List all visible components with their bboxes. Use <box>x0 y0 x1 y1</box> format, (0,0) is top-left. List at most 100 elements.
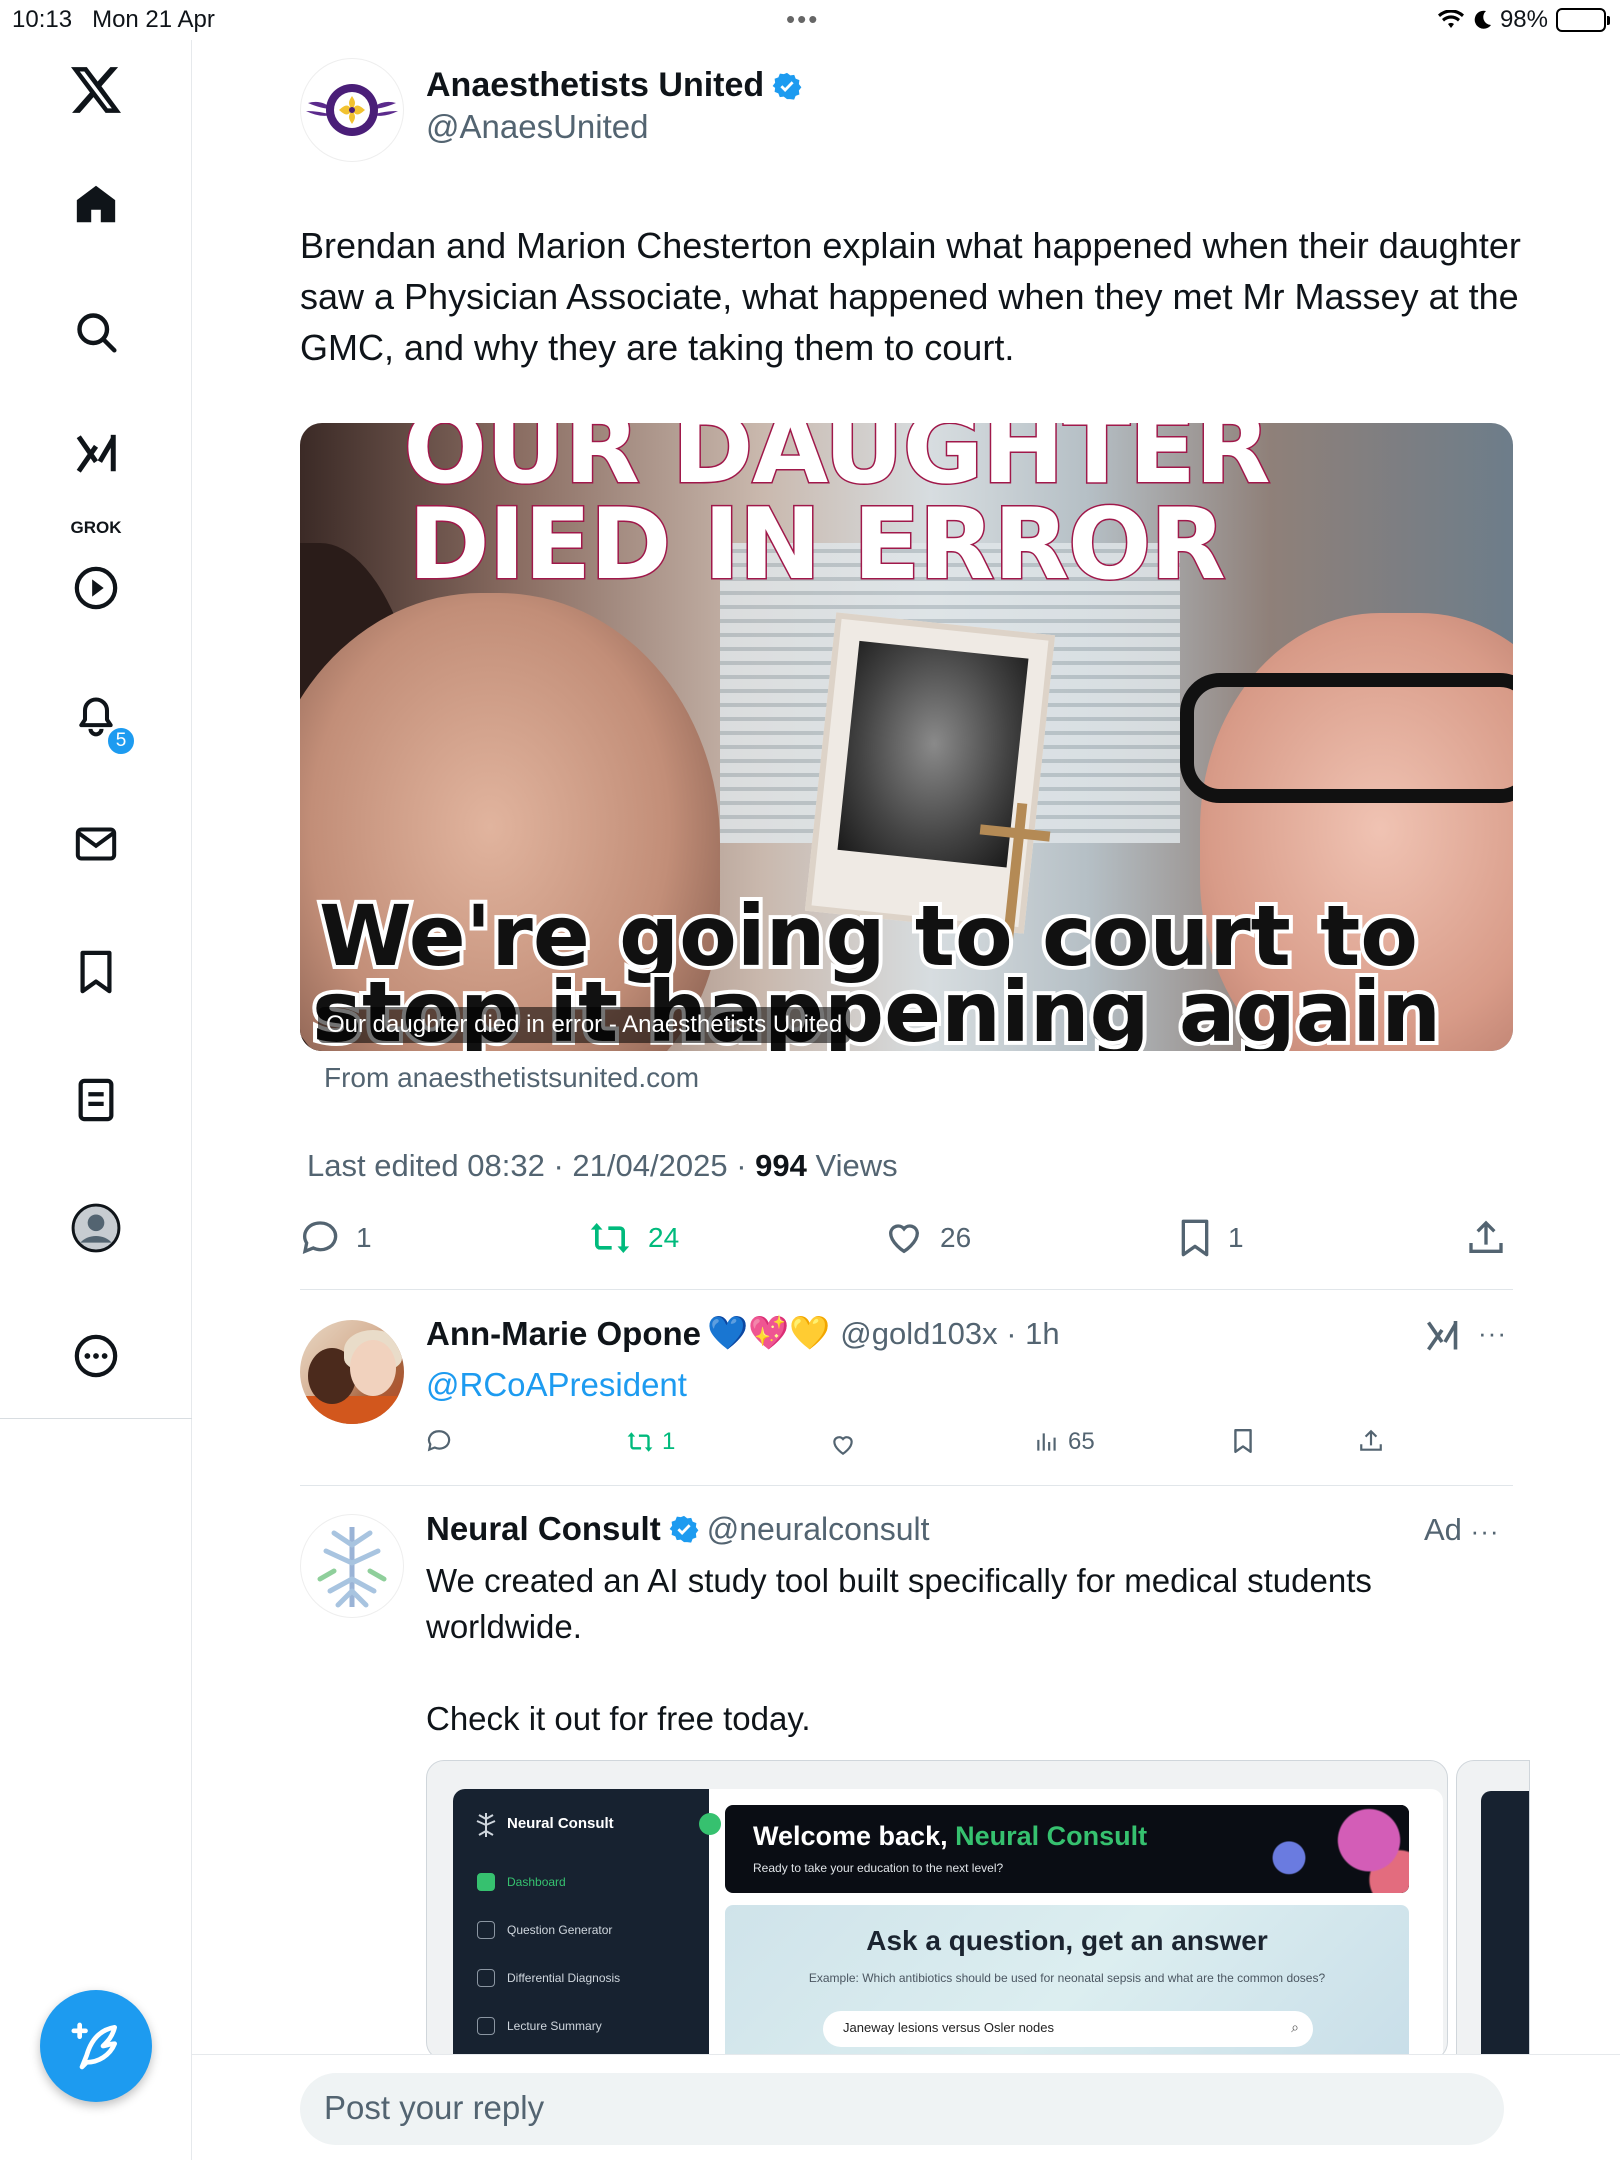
media-headline-1: OUR DAUGHTER <box>402 423 1272 506</box>
reply-button[interactable]: 1 <box>300 1218 372 1258</box>
sidebar-divider <box>0 1418 192 1419</box>
author-avatar[interactable] <box>300 58 404 162</box>
tweet-media-video[interactable]: OUR DAUGHTER DIED IN ERROR We're going t… <box>300 423 1513 1051</box>
media-caption: Our daughter died in error - Anaesthetis… <box>318 1007 851 1043</box>
lists-icon[interactable] <box>68 1072 124 1128</box>
reply-mention-link[interactable]: @RCoAPresident <box>426 1366 687 1404</box>
battery-percent: 98% <box>1499 6 1548 33</box>
reply-views-button[interactable]: 65 <box>1034 1428 1095 1456</box>
link-source[interactable]: From anaesthetistsunited.com <box>324 1062 699 1094</box>
reply-like-button[interactable] <box>830 1432 856 1458</box>
views-label: Views <box>815 1148 898 1183</box>
verified-badge-icon <box>669 1515 699 1543</box>
bookmark-button[interactable]: 1 <box>1178 1218 1244 1258</box>
like-button[interactable]: 26 <box>884 1218 971 1258</box>
ad-nav-item: Differential Diagnosis <box>507 1971 621 1985</box>
grok-label: GROK <box>70 518 122 537</box>
bookmark-count: 1 <box>1228 1222 1244 1253</box>
repost-count: 24 <box>648 1222 680 1253</box>
reply-repost-button[interactable]: 1 <box>626 1428 675 1456</box>
reply-author-name: Ann-Marie Opone <box>426 1314 702 1352</box>
ad-welcome-banner: Welcome back, Neural Consult Ready to ta… <box>725 1805 1409 1893</box>
battery-icon <box>1556 8 1610 32</box>
ad-author[interactable]: Neural Consult @neuralconsult <box>426 1510 930 1548</box>
ad-media-card-next[interactable] <box>1456 1760 1530 2060</box>
ad-media-card[interactable]: Neural Consult Dashboard Question Genera… <box>426 1760 1448 2060</box>
reply-author[interactable]: Ann-Marie Opone 💙💖💛 @gold103x · 1h <box>426 1314 1060 1353</box>
media-glasses <box>1180 673 1513 803</box>
ad-collapse-icon <box>699 1813 721 1835</box>
tweet-actions: 1 24 26 1 <box>300 1218 1513 1268</box>
reply-reply-button[interactable] <box>426 1428 452 1454</box>
heart-icon <box>833 1436 853 1455</box>
ad-cells-image <box>1209 1805 1409 1893</box>
reply-more-icon[interactable]: ··· <box>1478 1318 1507 1349</box>
video-play-icon[interactable] <box>68 560 124 616</box>
divider <box>300 1289 1513 1290</box>
bookmark-icon <box>1234 1428 1252 1454</box>
compose-post-button[interactable] <box>40 1990 152 2102</box>
profile-avatar-icon[interactable] <box>68 1200 124 1256</box>
x-logo-icon[interactable] <box>68 62 124 118</box>
ad-author-handle: @neuralconsult <box>706 1510 930 1547</box>
search-icon[interactable] <box>68 304 124 360</box>
reply-bar: Post your reply <box>192 2054 1620 2160</box>
reply-repost-count: 1 <box>662 1428 676 1455</box>
share-icon <box>1360 1429 1382 1451</box>
bookmarks-icon[interactable] <box>68 944 124 1000</box>
ad-nav-item: Lecture Summary <box>507 2019 602 2033</box>
ad-ask-input: Janeway lesions versus Osler nodes ⌕ <box>823 2011 1313 2047</box>
grok-analyze-icon[interactable] <box>1424 1318 1460 1359</box>
ad-ask-title: Ask a question, get an answer <box>866 1925 1268 1956</box>
tweet-text: Brendan and Marion Chesterton explain wh… <box>300 225 1521 368</box>
reply-author-avatar[interactable] <box>300 1320 404 1424</box>
reply-actions: 1 65 <box>426 1428 1406 1468</box>
status-right: 98% <box>1437 6 1610 34</box>
ad-label: Ad ··· <box>1424 1512 1500 1547</box>
bookmark-icon <box>1181 1219 1209 1257</box>
ad-author-name: Neural Consult <box>426 1510 661 1547</box>
reply-views-count: 65 <box>1068 1428 1095 1455</box>
ad-text-line-1: We created an AI study tool built specif… <box>426 1562 1372 1645</box>
author-handle[interactable]: @AnaesUnited <box>426 108 648 146</box>
repost-icon <box>627 1432 653 1452</box>
repost-icon <box>590 1223 630 1253</box>
repost-button[interactable]: 24 <box>588 1218 679 1258</box>
tweet-meta: Last edited 08:32 · 21/04/2025 · 994 Vie… <box>307 1148 898 1183</box>
ad-text-line-2: Check it out for free today. <box>426 1700 811 1737</box>
verified-badge-icon <box>772 72 802 100</box>
search-icon: ⌕ <box>1291 2019 1299 2035</box>
multitask-dots-icon[interactable]: ••• <box>786 4 819 35</box>
ad-author-avatar[interactable] <box>300 1514 404 1618</box>
ad-nav-item: Question Generator <box>507 1923 613 1937</box>
ad-app-sidebar: Neural Consult Dashboard Question Genera… <box>453 1789 709 2059</box>
notifications-badge: 5 <box>106 726 136 756</box>
heart-icon <box>888 1224 920 1254</box>
reply-icon <box>302 1221 338 1255</box>
home-icon[interactable] <box>68 176 124 232</box>
reply-share-button[interactable] <box>1358 1428 1384 1454</box>
grok-icon[interactable] <box>68 426 124 482</box>
ad-more-icon[interactable]: ··· <box>1471 1516 1500 1546</box>
reply-icon <box>427 1430 451 1452</box>
analytics-bars-icon <box>1037 1433 1056 1451</box>
ad-welcome-name: Neural Consult <box>955 1821 1148 1851</box>
ad-ask-example: Example: Which antibiotics should be use… <box>808 1971 1326 1985</box>
reply-bookmark-button[interactable] <box>1232 1428 1254 1454</box>
author-name[interactable]: Anaesthetists United <box>426 66 802 105</box>
share-icon <box>1469 1220 1503 1253</box>
neural-consult-logo <box>317 1527 387 1608</box>
ad-app-brand: Neural Consult <box>507 1815 614 1832</box>
status-time: 10:13 Mon 21 Apr <box>12 6 215 33</box>
ad-ask-panel: Ask a question, get an answer Example: W… <box>725 1905 1409 2059</box>
author-name-text: Anaesthetists United <box>426 66 765 104</box>
messages-mail-icon[interactable] <box>68 816 124 872</box>
edited-timestamp[interactable]: Last edited 08:32 · 21/04/2025 <box>307 1148 728 1183</box>
divider <box>300 1485 1513 1486</box>
reply-input[interactable]: Post your reply <box>300 2073 1504 2145</box>
more-options-icon[interactable] <box>68 1328 124 1384</box>
ad-ready-text: Ready to take your education to the next… <box>753 1861 1004 1875</box>
reply-handle-time: @gold103x · 1h <box>840 1315 1060 1351</box>
share-button[interactable] <box>1466 1218 1506 1258</box>
like-count: 26 <box>940 1222 972 1253</box>
